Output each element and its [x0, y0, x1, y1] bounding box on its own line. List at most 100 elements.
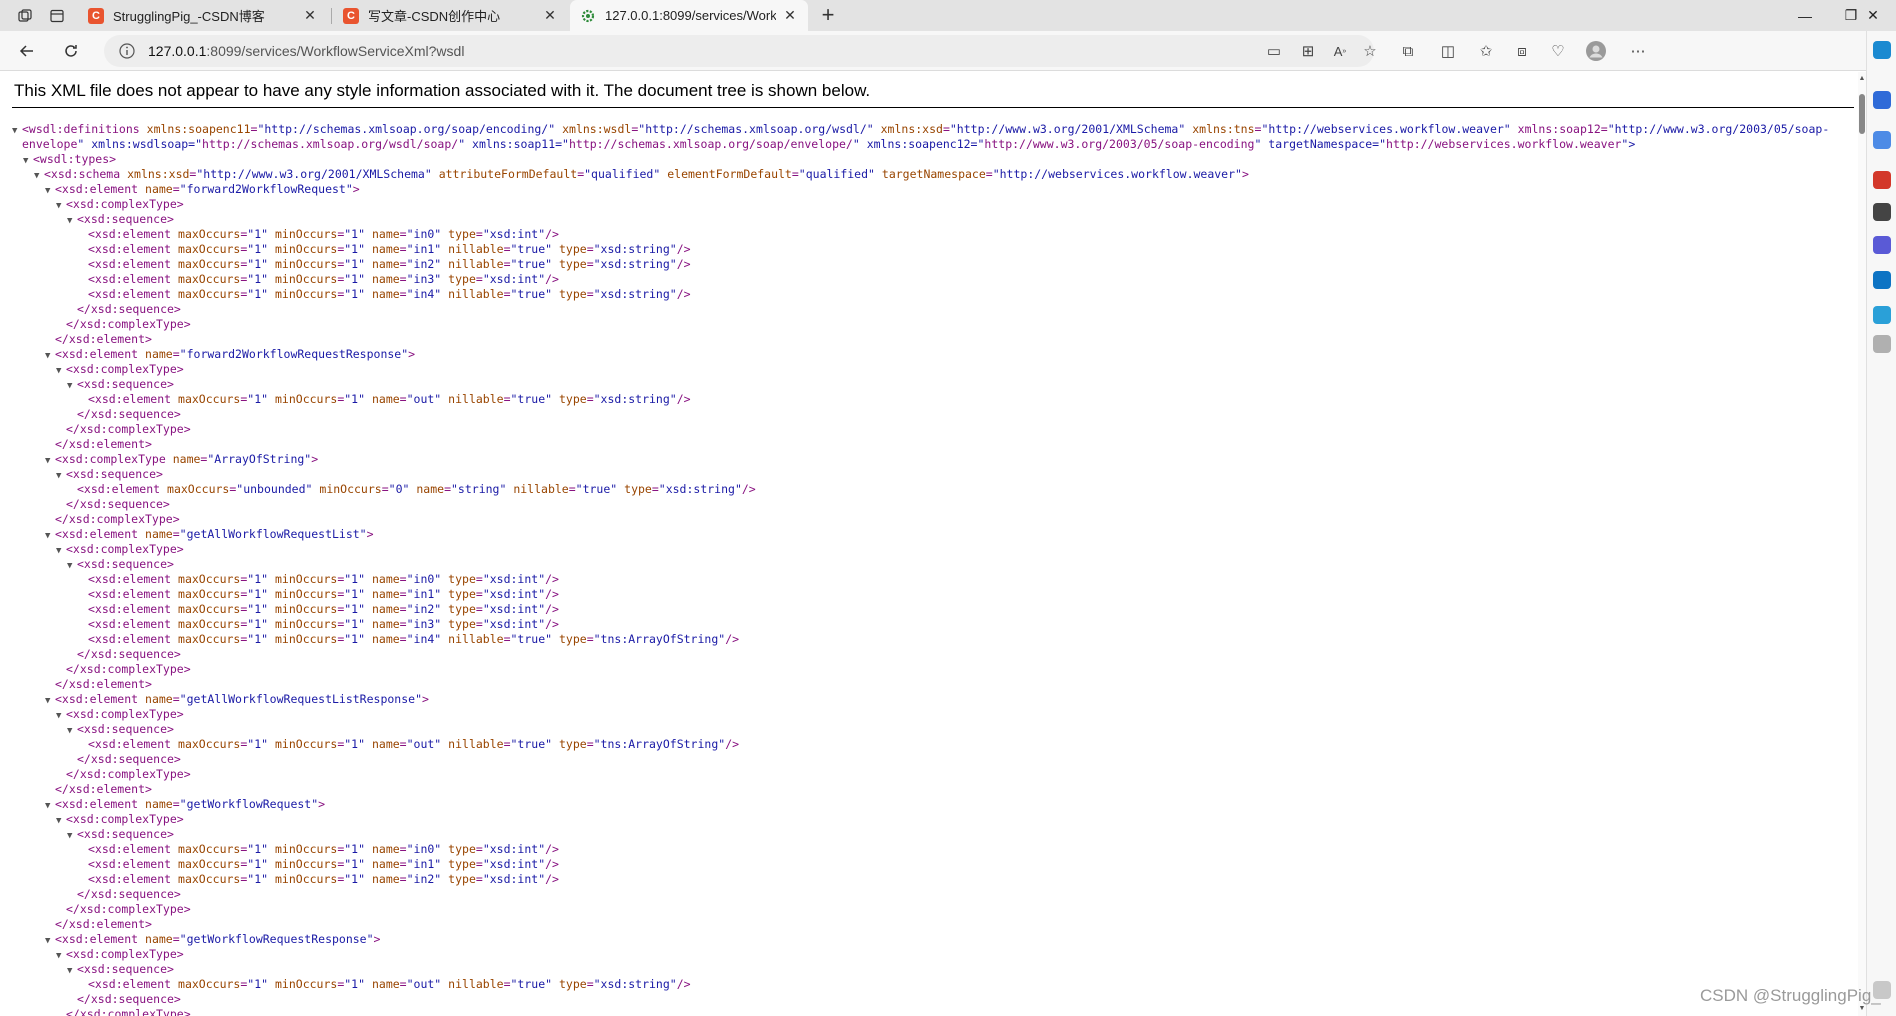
csdn-watermark: CSDN @StrugglingPig_ [1700, 986, 1881, 1005]
favorites-icon[interactable]: ✩ [1476, 41, 1496, 61]
close-icon[interactable]: ✕ [782, 7, 798, 24]
collapse-toggle-icon[interactable]: ▼ [67, 724, 77, 739]
shopping-icon[interactable] [1873, 171, 1891, 189]
collapse-toggle-icon[interactable]: ▼ [45, 694, 55, 709]
browser-essentials-icon[interactable]: ♡ [1548, 41, 1568, 61]
collapse-toggle-icon[interactable]: ▼ [56, 544, 66, 559]
collapse-toggle-icon[interactable]: ▼ [67, 559, 77, 574]
collapse-toggle-icon[interactable]: ▼ [67, 964, 77, 979]
address-bar[interactable]: 127.0.0.1:8099/services/WorkflowServiceX… [104, 35, 1377, 67]
xml-line-text: <xsd:schema xmlns:xsd="http://www.w3.org… [44, 167, 1249, 181]
xml-line-text: <xsd:element name="getAllWorkflowRequest… [55, 527, 374, 541]
apps-icon[interactable]: ⊞ [1298, 41, 1318, 61]
csdn-icon: C [88, 7, 104, 24]
collapse-toggle-icon[interactable]: ▼ [34, 169, 44, 184]
favorite-star-icon[interactable]: ☆ [1360, 41, 1380, 61]
xml-line-text: <xsd:element maxOccurs="1" minOccurs="1"… [88, 602, 559, 616]
collapse-toggle-icon[interactable]: ▼ [45, 799, 55, 814]
xml-line-text: <wsdl:types> [33, 152, 117, 166]
collapse-toggle-icon[interactable]: ▼ [45, 349, 55, 364]
xml-line-text: <xsd:sequence> [77, 557, 174, 571]
xml-line-text: <wsdl:definitions xmlns:soapenc11="http:… [22, 122, 1830, 136]
xml-line-text: <xsd:element name="getWorkflowRequest"> [55, 797, 326, 811]
xml-line-text: <xsd:complexType> [66, 197, 184, 211]
xml-line-text: </xsd:element> [55, 332, 152, 346]
xml-line-text: <xsd:sequence> [77, 962, 174, 976]
xml-line: </xsd:element> [45, 332, 152, 347]
collapse-toggle-icon[interactable]: ▼ [12, 124, 22, 139]
collapse-toggle-icon[interactable]: ▼ [56, 814, 66, 829]
collapse-toggle-icon[interactable]: ▼ [67, 379, 77, 394]
xml-line: </xsd:sequence> [67, 302, 181, 317]
collapse-toggle-icon[interactable]: ▼ [56, 199, 66, 214]
xml-line-text: <xsd:element maxOccurs="1" minOccurs="1"… [88, 242, 691, 256]
outlook-icon[interactable] [1873, 271, 1891, 289]
tab-wsdl[interactable]: 127.0.0.1:8099/services/Workflow ✕ [570, 0, 808, 31]
user-icon[interactable] [1873, 203, 1891, 221]
collapse-toggle-icon[interactable]: ▼ [56, 469, 66, 484]
xml-line-text: <xsd:element maxOccurs="1" minOccurs="1"… [88, 842, 559, 856]
close-window-icon[interactable]: ✕ [1850, 0, 1896, 31]
close-icon[interactable]: ✕ [302, 7, 318, 24]
info-icon[interactable] [118, 42, 136, 60]
add-icon[interactable] [1873, 335, 1891, 353]
collapse-toggle-icon[interactable]: ▼ [67, 829, 77, 844]
read-aloud-icon[interactable]: A» [1330, 41, 1350, 61]
xml-line: <xsd:element maxOccurs="1" minOccurs="1"… [78, 602, 559, 617]
xml-line-text: </xsd:complexType> [66, 1007, 191, 1016]
tab-actions-icon[interactable] [46, 5, 68, 27]
arrow-left-icon [19, 45, 33, 57]
tools-icon[interactable] [1873, 131, 1891, 149]
xml-line-text: </xsd:sequence> [77, 992, 181, 1006]
profile-avatar[interactable] [1586, 41, 1606, 61]
xml-line: envelope" xmlns:wsdlsoap="http://schemas… [22, 137, 1635, 152]
more-menu-icon[interactable]: ⋯ [1628, 41, 1648, 61]
xml-line-text: <xsd:element maxOccurs="1" minOccurs="1"… [88, 272, 559, 286]
xml-line: ▼ <xsd:sequence> [67, 557, 174, 572]
back-button[interactable] [12, 37, 42, 65]
collapse-toggle-icon[interactable]: ▼ [45, 529, 55, 544]
xml-line: </xsd:element> [45, 782, 152, 797]
extensions-icon[interactable]: ⧉ [1398, 41, 1418, 61]
tab-csdn-blog[interactable]: C StrugglingPig_-CSDN博客 ✕ [78, 0, 328, 31]
collapse-toggle-icon[interactable]: ▼ [23, 154, 33, 169]
drop-icon[interactable] [1873, 306, 1891, 324]
xml-viewer: This XML file does not appear to have an… [0, 72, 1866, 1016]
xml-line: <xsd:element maxOccurs="1" minOccurs="1"… [78, 632, 739, 647]
search-icon[interactable] [1873, 91, 1891, 109]
xml-line-text: </xsd:sequence> [77, 407, 181, 421]
xml-line: </xsd:complexType> [56, 662, 191, 677]
tab-csdn-editor[interactable]: C 写文章-CSDN创作中心 ✕ [333, 0, 568, 31]
xml-line: ▼ <wsdl:definitions xmlns:soapenc11="http… [12, 122, 1829, 137]
collections-icon[interactable]: ⧈ [1512, 41, 1532, 61]
minimize-icon[interactable]: — [1782, 0, 1828, 31]
new-tab-button[interactable]: + [816, 4, 840, 28]
collapse-toggle-icon[interactable]: ▼ [45, 934, 55, 949]
workspaces-icon[interactable] [14, 5, 36, 27]
collapse-toggle-icon[interactable]: ▼ [45, 184, 55, 199]
xml-line-text: <xsd:sequence> [66, 467, 163, 481]
split-screen-icon[interactable]: ◫ [1438, 41, 1458, 61]
xml-line: </xsd:complexType> [56, 902, 191, 917]
xml-line-text: </xsd:element> [55, 917, 152, 931]
collapse-toggle-icon[interactable]: ▼ [56, 709, 66, 724]
refresh-button[interactable] [56, 37, 86, 65]
xml-line-text: </xsd:sequence> [77, 302, 181, 316]
vertical-scrollbar[interactable]: ▲ ▼ [1858, 72, 1866, 1016]
games-icon[interactable] [1873, 236, 1891, 254]
scrollbar-thumb[interactable] [1859, 94, 1865, 134]
collapse-toggle-icon[interactable]: ▼ [56, 949, 66, 964]
collapse-toggle-icon[interactable]: ▼ [67, 214, 77, 229]
copilot-icon[interactable] [1873, 41, 1891, 59]
xml-line-text: <xsd:element maxOccurs="1" minOccurs="1"… [88, 257, 691, 271]
close-icon[interactable]: ✕ [542, 7, 558, 24]
xml-line-text: <xsd:element name="getWorkflowRequestRes… [55, 932, 381, 946]
device-icon[interactable]: ▭ [1264, 41, 1284, 61]
collapse-toggle-icon[interactable]: ▼ [45, 454, 55, 469]
xml-line-text: <xsd:element maxOccurs="unbounded" minOc… [77, 482, 756, 496]
browser-toolbar: 127.0.0.1:8099/services/WorkflowServiceX… [0, 31, 1896, 71]
scroll-up-icon[interactable]: ▲ [1858, 74, 1866, 84]
xml-line: </xsd:sequence> [67, 752, 181, 767]
xml-line-text: <xsd:complexType name="ArrayOfString"> [55, 452, 319, 466]
collapse-toggle-icon[interactable]: ▼ [56, 364, 66, 379]
